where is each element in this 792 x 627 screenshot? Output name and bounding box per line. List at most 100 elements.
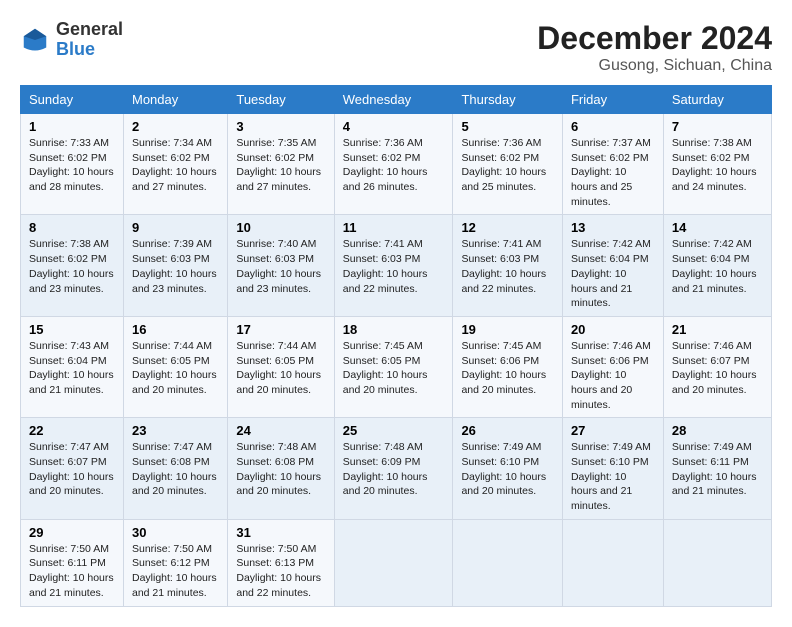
day-info: Sunrise: 7:46 AMSunset: 6:07 PMDaylight:…	[672, 340, 757, 396]
calendar-cell: 23 Sunrise: 7:47 AMSunset: 6:08 PMDaylig…	[123, 418, 227, 519]
day-number: 5	[461, 119, 554, 134]
weekday-header-thursday: Thursday	[453, 86, 563, 114]
logo-icon	[20, 25, 50, 55]
day-number: 22	[29, 423, 115, 438]
logo-line2: Blue	[56, 40, 123, 60]
day-number: 14	[672, 220, 763, 235]
calendar-cell: 9 Sunrise: 7:39 AMSunset: 6:03 PMDayligh…	[123, 215, 227, 316]
day-number: 2	[132, 119, 219, 134]
day-info: Sunrise: 7:45 AMSunset: 6:05 PMDaylight:…	[343, 340, 428, 396]
calendar-cell: 8 Sunrise: 7:38 AMSunset: 6:02 PMDayligh…	[21, 215, 124, 316]
weekday-header-sunday: Sunday	[21, 86, 124, 114]
day-number: 6	[571, 119, 655, 134]
calendar-cell: 7 Sunrise: 7:38 AMSunset: 6:02 PMDayligh…	[663, 114, 771, 215]
logo-text: General Blue	[56, 20, 123, 60]
calendar-cell: 25 Sunrise: 7:48 AMSunset: 6:09 PMDaylig…	[334, 418, 453, 519]
calendar-table: SundayMondayTuesdayWednesdayThursdayFrid…	[20, 85, 772, 607]
calendar-cell: 15 Sunrise: 7:43 AMSunset: 6:04 PMDaylig…	[21, 316, 124, 417]
day-number: 23	[132, 423, 219, 438]
calendar-subtitle: Gusong, Sichuan, China	[537, 57, 772, 75]
calendar-cell: 3 Sunrise: 7:35 AMSunset: 6:02 PMDayligh…	[228, 114, 334, 215]
day-number: 20	[571, 322, 655, 337]
calendar-cell: 30 Sunrise: 7:50 AMSunset: 6:12 PMDaylig…	[123, 519, 227, 606]
day-number: 8	[29, 220, 115, 235]
weekday-header-saturday: Saturday	[663, 86, 771, 114]
day-number: 4	[343, 119, 445, 134]
day-info: Sunrise: 7:45 AMSunset: 6:06 PMDaylight:…	[461, 340, 546, 396]
day-info: Sunrise: 7:35 AMSunset: 6:02 PMDaylight:…	[236, 137, 321, 193]
day-info: Sunrise: 7:49 AMSunset: 6:10 PMDaylight:…	[461, 441, 546, 497]
day-info: Sunrise: 7:33 AMSunset: 6:02 PMDaylight:…	[29, 137, 114, 193]
weekday-header-row: SundayMondayTuesdayWednesdayThursdayFrid…	[21, 86, 772, 114]
day-number: 25	[343, 423, 445, 438]
day-number: 12	[461, 220, 554, 235]
calendar-cell: 11 Sunrise: 7:41 AMSunset: 6:03 PMDaylig…	[334, 215, 453, 316]
calendar-cell: 17 Sunrise: 7:44 AMSunset: 6:05 PMDaylig…	[228, 316, 334, 417]
day-info: Sunrise: 7:50 AMSunset: 6:12 PMDaylight:…	[132, 543, 217, 599]
day-number: 16	[132, 322, 219, 337]
day-info: Sunrise: 7:38 AMSunset: 6:02 PMDaylight:…	[672, 137, 757, 193]
day-info: Sunrise: 7:48 AMSunset: 6:09 PMDaylight:…	[343, 441, 428, 497]
week-row-3: 15 Sunrise: 7:43 AMSunset: 6:04 PMDaylig…	[21, 316, 772, 417]
week-row-4: 22 Sunrise: 7:47 AMSunset: 6:07 PMDaylig…	[21, 418, 772, 519]
day-number: 26	[461, 423, 554, 438]
day-info: Sunrise: 7:46 AMSunset: 6:06 PMDaylight:…	[571, 340, 651, 411]
calendar-cell: 20 Sunrise: 7:46 AMSunset: 6:06 PMDaylig…	[562, 316, 663, 417]
day-info: Sunrise: 7:50 AMSunset: 6:11 PMDaylight:…	[29, 543, 114, 599]
week-row-1: 1 Sunrise: 7:33 AMSunset: 6:02 PMDayligh…	[21, 114, 772, 215]
day-info: Sunrise: 7:48 AMSunset: 6:08 PMDaylight:…	[236, 441, 321, 497]
calendar-cell	[663, 519, 771, 606]
day-info: Sunrise: 7:36 AMSunset: 6:02 PMDaylight:…	[343, 137, 428, 193]
calendar-cell: 18 Sunrise: 7:45 AMSunset: 6:05 PMDaylig…	[334, 316, 453, 417]
day-info: Sunrise: 7:42 AMSunset: 6:04 PMDaylight:…	[571, 238, 651, 309]
title-block: December 2024 Gusong, Sichuan, China	[537, 20, 772, 75]
day-number: 3	[236, 119, 325, 134]
calendar-cell: 12 Sunrise: 7:41 AMSunset: 6:03 PMDaylig…	[453, 215, 563, 316]
day-info: Sunrise: 7:42 AMSunset: 6:04 PMDaylight:…	[672, 238, 757, 294]
calendar-cell: 22 Sunrise: 7:47 AMSunset: 6:07 PMDaylig…	[21, 418, 124, 519]
day-number: 27	[571, 423, 655, 438]
day-number: 24	[236, 423, 325, 438]
day-number: 28	[672, 423, 763, 438]
calendar-cell	[562, 519, 663, 606]
calendar-cell: 10 Sunrise: 7:40 AMSunset: 6:03 PMDaylig…	[228, 215, 334, 316]
calendar-cell: 4 Sunrise: 7:36 AMSunset: 6:02 PMDayligh…	[334, 114, 453, 215]
calendar-cell	[453, 519, 563, 606]
calendar-cell: 6 Sunrise: 7:37 AMSunset: 6:02 PMDayligh…	[562, 114, 663, 215]
calendar-body: 1 Sunrise: 7:33 AMSunset: 6:02 PMDayligh…	[21, 114, 772, 607]
week-row-2: 8 Sunrise: 7:38 AMSunset: 6:02 PMDayligh…	[21, 215, 772, 316]
calendar-cell: 5 Sunrise: 7:36 AMSunset: 6:02 PMDayligh…	[453, 114, 563, 215]
day-number: 31	[236, 525, 325, 540]
weekday-header-friday: Friday	[562, 86, 663, 114]
calendar-cell: 14 Sunrise: 7:42 AMSunset: 6:04 PMDaylig…	[663, 215, 771, 316]
calendar-cell: 19 Sunrise: 7:45 AMSunset: 6:06 PMDaylig…	[453, 316, 563, 417]
day-info: Sunrise: 7:37 AMSunset: 6:02 PMDaylight:…	[571, 137, 651, 208]
weekday-header-monday: Monday	[123, 86, 227, 114]
calendar-cell: 28 Sunrise: 7:49 AMSunset: 6:11 PMDaylig…	[663, 418, 771, 519]
day-info: Sunrise: 7:44 AMSunset: 6:05 PMDaylight:…	[236, 340, 321, 396]
calendar-cell: 21 Sunrise: 7:46 AMSunset: 6:07 PMDaylig…	[663, 316, 771, 417]
logo-line1: General	[56, 20, 123, 40]
calendar-cell: 16 Sunrise: 7:44 AMSunset: 6:05 PMDaylig…	[123, 316, 227, 417]
page-header: General Blue December 2024 Gusong, Sichu…	[20, 20, 772, 75]
day-info: Sunrise: 7:50 AMSunset: 6:13 PMDaylight:…	[236, 543, 321, 599]
day-info: Sunrise: 7:44 AMSunset: 6:05 PMDaylight:…	[132, 340, 217, 396]
day-info: Sunrise: 7:49 AMSunset: 6:10 PMDaylight:…	[571, 441, 651, 512]
calendar-cell: 24 Sunrise: 7:48 AMSunset: 6:08 PMDaylig…	[228, 418, 334, 519]
day-info: Sunrise: 7:41 AMSunset: 6:03 PMDaylight:…	[343, 238, 428, 294]
logo: General Blue	[20, 20, 123, 60]
day-number: 30	[132, 525, 219, 540]
day-number: 29	[29, 525, 115, 540]
day-info: Sunrise: 7:47 AMSunset: 6:07 PMDaylight:…	[29, 441, 114, 497]
day-number: 15	[29, 322, 115, 337]
calendar-header: SundayMondayTuesdayWednesdayThursdayFrid…	[21, 86, 772, 114]
calendar-cell: 31 Sunrise: 7:50 AMSunset: 6:13 PMDaylig…	[228, 519, 334, 606]
day-info: Sunrise: 7:40 AMSunset: 6:03 PMDaylight:…	[236, 238, 321, 294]
day-info: Sunrise: 7:41 AMSunset: 6:03 PMDaylight:…	[461, 238, 546, 294]
day-info: Sunrise: 7:34 AMSunset: 6:02 PMDaylight:…	[132, 137, 217, 193]
day-number: 13	[571, 220, 655, 235]
day-number: 1	[29, 119, 115, 134]
weekday-header-tuesday: Tuesday	[228, 86, 334, 114]
day-info: Sunrise: 7:36 AMSunset: 6:02 PMDaylight:…	[461, 137, 546, 193]
weekday-header-wednesday: Wednesday	[334, 86, 453, 114]
